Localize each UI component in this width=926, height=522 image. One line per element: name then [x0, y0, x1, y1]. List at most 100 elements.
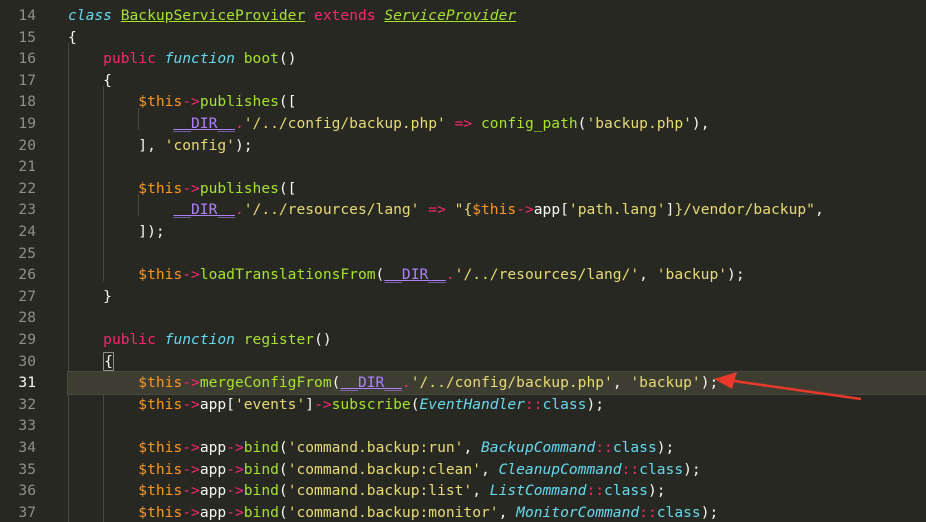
- code-line[interactable]: [68, 307, 926, 329]
- code-line[interactable]: $this->loadTranslationsFrom(__DIR__.'/..…: [68, 264, 926, 286]
- function-name: bind: [243, 439, 279, 456]
- line-number: 37: [18, 503, 36, 521]
- variable: $this: [138, 482, 183, 500]
- code-line[interactable]: ]);: [68, 221, 926, 243]
- variable: $this: [138, 439, 183, 456]
- variable: $this: [138, 179, 183, 197]
- code-line[interactable]: ], 'config');: [68, 135, 926, 157]
- code-line[interactable]: }: [68, 286, 926, 308]
- keyword: class: [612, 439, 657, 456]
- variable: $this: [138, 460, 183, 478]
- code-editor[interactable]: 14 15 16 17 18 19 20 21 22 23 24 25 26 27 28 29 30 31 32 33…: [0, 0, 926, 522]
- code-line[interactable]: __DIR__.'/../config/backup.php' => confi…: [68, 113, 926, 135]
- line-number: 23: [18, 201, 36, 219]
- string: 'path.lang': [568, 201, 666, 219]
- code-text: {: [68, 71, 112, 89]
- operator: ->: [226, 460, 244, 478]
- class-reference: ListCommand: [489, 482, 587, 500]
- code-text: {: [68, 28, 77, 46]
- operator: ::: [586, 482, 605, 500]
- code-line[interactable]: $this->app['events']->subscribe(EventHan…: [68, 394, 926, 416]
- code-text: (: [278, 482, 288, 500]
- keyword: function: [164, 331, 235, 348]
- code-line[interactable]: [68, 243, 926, 265]
- function-name: bind: [243, 460, 279, 478]
- code-line[interactable]: {: [68, 70, 926, 92]
- operator: ::: [639, 503, 657, 521]
- keyword: class: [656, 503, 701, 521]
- code-line[interactable]: $this->app->bind('command.backup:list', …: [68, 480, 926, 502]
- code-line[interactable]: $this->app->bind('command.backup:clean',…: [68, 459, 926, 481]
- line-number: 25: [18, 244, 36, 262]
- operator: ->: [182, 266, 200, 284]
- code-text: );: [656, 439, 675, 456]
- code-text: ),: [691, 115, 710, 132]
- string: '/../config/backup.php': [243, 115, 446, 132]
- operator: ->: [182, 503, 200, 521]
- line-number-gutter: 14 15 16 17 18 19 20 21 22 23 24 25 26 27 28 29 30 31 32 33…: [0, 0, 56, 522]
- function-name: bind: [243, 503, 279, 521]
- code-text: ]: [305, 395, 315, 413]
- code-line[interactable]: __DIR__.'/../resources/lang' => "{$this-…: [68, 199, 926, 221]
- keyword: class: [604, 482, 648, 500]
- line-number: 28: [18, 309, 36, 327]
- function-name: bind: [243, 482, 279, 500]
- active-code-line[interactable]: $this->mergeConfigFrom(__DIR__.'/../conf…: [67, 371, 926, 395]
- code-text: app[: [533, 201, 569, 219]
- code-line[interactable]: {: [68, 351, 926, 373]
- code-line[interactable]: $this->publishes([: [68, 91, 926, 113]
- code-text: app: [199, 503, 227, 521]
- function-name: mergeConfigFrom: [199, 374, 332, 392]
- keyword: class: [68, 7, 112, 24]
- operator: .: [234, 201, 244, 219]
- code-line[interactable]: $this->publishes([: [68, 178, 926, 200]
- constant: __DIR__: [384, 266, 446, 284]
- code-line[interactable]: {: [68, 27, 926, 49]
- operator: ::: [621, 460, 640, 478]
- variable: $this: [138, 503, 183, 521]
- operator: ->: [182, 395, 200, 413]
- operator: ->: [226, 482, 244, 500]
- string: 'command.backup:run': [287, 439, 464, 456]
- code-line[interactable]: $this->app->bind('command.backup:monitor…: [68, 502, 926, 522]
- matched-bracket: {: [103, 351, 114, 371]
- keyword: class: [542, 395, 587, 413]
- code-line[interactable]: [68, 156, 926, 178]
- code-text: ,: [639, 266, 657, 284]
- code-line[interactable]: [68, 415, 926, 437]
- code-line[interactable]: $this->app->bind('command.backup:run', B…: [68, 437, 926, 459]
- operator: ->: [516, 201, 534, 219]
- line-number: 15: [18, 28, 36, 46]
- line-number: 26: [18, 266, 36, 284]
- function-name: publishes: [199, 179, 279, 197]
- string: 'command.backup:list': [287, 482, 473, 500]
- modifier: public: [103, 331, 156, 348]
- class-name: ServiceProvider: [384, 7, 517, 24]
- string: 'command.backup:clean': [287, 460, 481, 478]
- code-area[interactable]: class BackupServiceProvider extends Serv…: [67, 0, 926, 522]
- code-text: (: [278, 439, 288, 456]
- code-text: ,: [472, 482, 490, 500]
- class-reference: EventHandler: [419, 395, 525, 413]
- code-text: ,: [498, 503, 517, 521]
- line-number: 35: [18, 460, 36, 478]
- function-name: register: [243, 331, 315, 348]
- code-line[interactable]: public function boot(): [68, 48, 926, 70]
- code-line[interactable]: class BackupServiceProvider extends Serv…: [68, 5, 926, 27]
- operator: ->: [182, 482, 200, 500]
- code-text: ,: [463, 439, 482, 456]
- function-name: boot: [243, 50, 279, 68]
- constant: __DIR__: [340, 374, 402, 392]
- code-line[interactable]: public function register(): [68, 329, 926, 351]
